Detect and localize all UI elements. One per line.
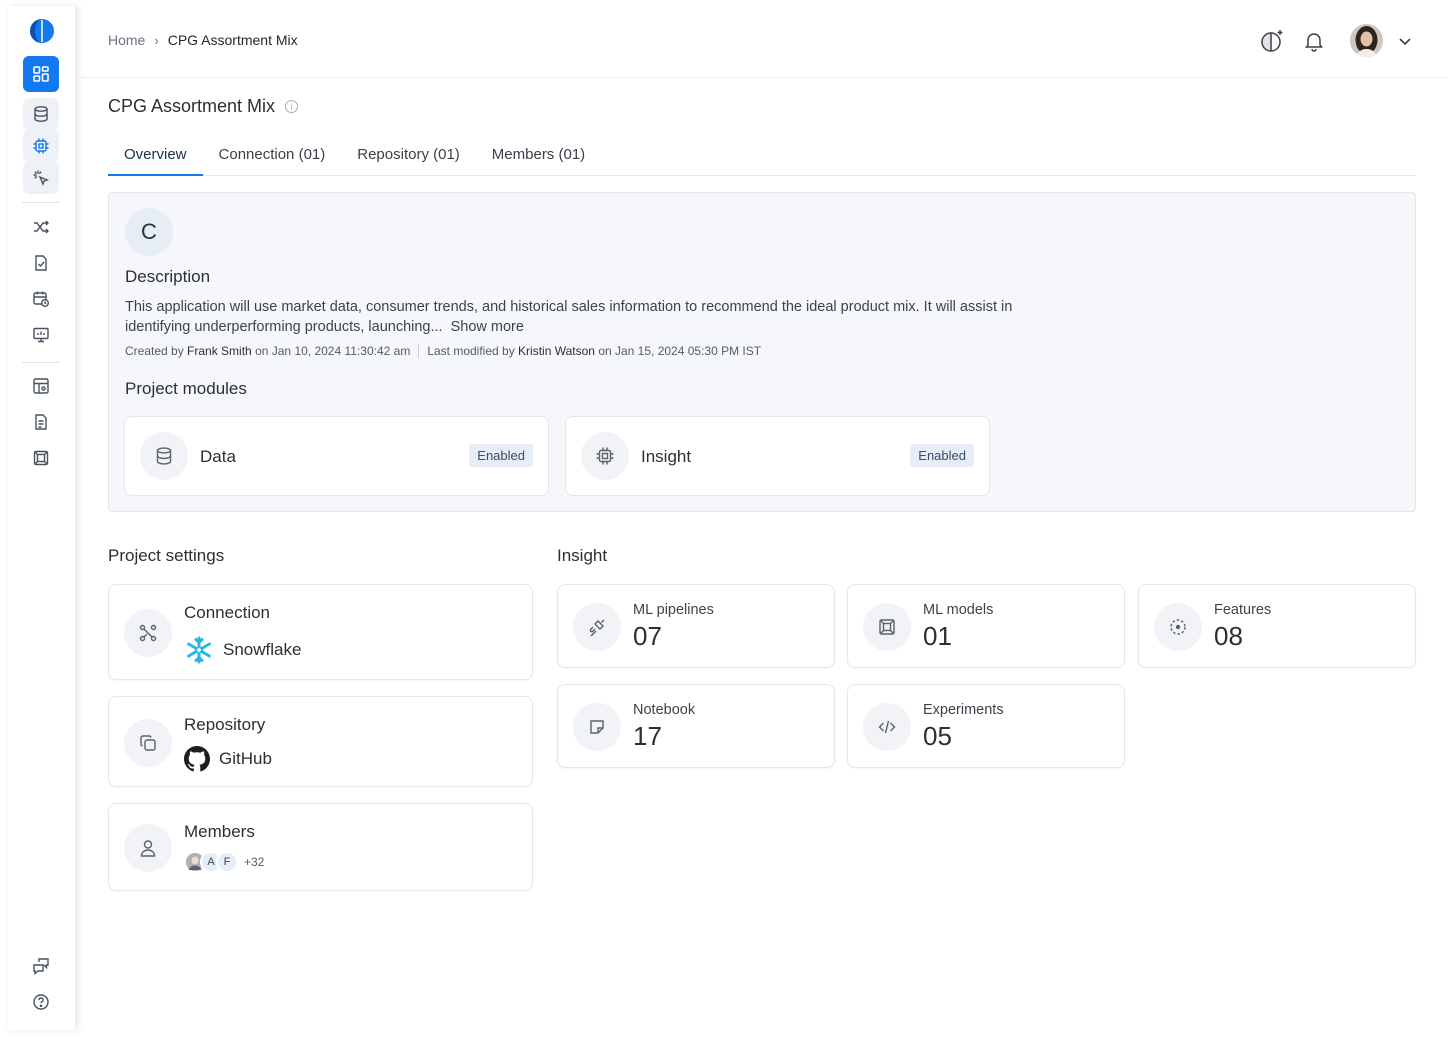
top-bar: Home › CPG Assortment Mix [77, 0, 1448, 78]
project-avatar: C [125, 208, 173, 256]
chip-icon [581, 432, 629, 480]
tab-members[interactable]: Members (01) [476, 136, 601, 176]
repository-title: Repository [184, 715, 266, 734]
tab-overview[interactable]: Overview [108, 136, 203, 176]
breadcrumb: Home › CPG Assortment Mix [108, 32, 298, 48]
database-icon [140, 432, 188, 480]
stat-label: Notebook [633, 702, 696, 718]
modified-prefix: Last modified by [427, 344, 515, 358]
shuffle-icon[interactable] [23, 211, 59, 243]
stat-value: 01 [923, 621, 952, 651]
user-icon [124, 824, 172, 872]
experiments-card[interactable]: Experiments 05 [847, 684, 1125, 768]
ml-models-card[interactable]: ML models 01 [847, 584, 1125, 668]
modified-on: on Jan 15, 2024 05:30 PM IST [598, 344, 762, 358]
database-icon[interactable] [23, 98, 59, 130]
table-settings-icon[interactable] [23, 370, 59, 402]
connection-nodes-icon [124, 609, 172, 657]
model-box-icon [863, 603, 911, 651]
feedback-icon[interactable] [23, 950, 59, 982]
breadcrumb-current: CPG Assortment Mix [167, 32, 298, 48]
chevron-down-icon[interactable] [1392, 28, 1418, 54]
repository-card[interactable]: Repository GitHub [108, 696, 533, 787]
repository-value: GitHub [184, 746, 272, 772]
project-meta: Created by Frank Smith on Jan 10, 2024 1… [125, 344, 761, 358]
dashboard-icon[interactable] [23, 56, 59, 92]
description-heading: Description [125, 267, 211, 286]
info-icon[interactable]: i [285, 100, 299, 113]
modules-heading: Project modules [125, 379, 247, 398]
project-settings-heading: Project settings [108, 546, 225, 565]
description-body: This application will use market data, c… [125, 299, 1013, 335]
created-by: Frank Smith [187, 344, 252, 358]
status-badge: Enabled [469, 444, 533, 467]
stat-label: Features [1214, 602, 1272, 618]
page-title: CPG Assortment Mix i [108, 96, 299, 117]
module-card-data[interactable]: Data Enabled [124, 416, 549, 496]
connection-value: Snowflake [184, 635, 301, 665]
presentation-icon[interactable] [23, 319, 59, 351]
member-extra-count[interactable]: +32 [244, 855, 264, 869]
overview-panel: C Description This application will use … [108, 192, 1416, 512]
app-logo-icon[interactable] [29, 18, 55, 44]
connection-name: Snowflake [223, 640, 302, 659]
tab-bar: Overview Connection (01) Repository (01)… [108, 136, 1416, 176]
features-scan-icon [1154, 603, 1202, 651]
bell-icon[interactable] [1301, 28, 1327, 54]
theme-toggle-icon[interactable] [1259, 28, 1285, 54]
copy-icon [124, 719, 172, 767]
stat-label: ML models [923, 602, 994, 618]
features-card[interactable]: Features 08 [1138, 584, 1416, 668]
sticky-note-icon [573, 703, 621, 751]
github-logo-icon [184, 746, 210, 772]
stat-value: 05 [923, 721, 952, 751]
chevron-right-icon: › [154, 32, 159, 48]
description-text: This application will use market data, c… [125, 297, 1065, 337]
user-avatar[interactable] [1350, 24, 1383, 57]
status-badge: Enabled [910, 444, 974, 467]
plug-icon [573, 603, 621, 651]
model-box-icon[interactable] [23, 442, 59, 474]
code-icon [863, 703, 911, 751]
document-icon[interactable] [23, 406, 59, 438]
notebook-card[interactable]: Notebook 17 [557, 684, 835, 768]
connection-title: Connection [184, 603, 271, 622]
stat-value: 17 [633, 721, 662, 751]
breadcrumb-home[interactable]: Home [108, 32, 145, 48]
tab-connection[interactable]: Connection (01) [203, 136, 342, 176]
page-title-text: CPG Assortment Mix [108, 96, 276, 116]
ml-pipelines-card[interactable]: ML pipelines 07 [557, 584, 835, 668]
created-on: on Jan 10, 2024 11:30:42 am [255, 344, 411, 358]
member-avatars: A F +32 [184, 851, 264, 873]
repository-name: GitHub [219, 749, 272, 768]
show-more-link[interactable]: Show more [451, 319, 524, 335]
meta-divider [418, 344, 420, 358]
chip-icon[interactable] [23, 130, 59, 162]
module-name: Data [200, 447, 236, 466]
sparkle-cursor-icon[interactable] [23, 162, 59, 194]
stat-value: 07 [633, 621, 662, 651]
member-avatar[interactable]: F [216, 851, 238, 873]
help-icon[interactable] [23, 986, 59, 1018]
modified-by: Kristin Watson [518, 344, 595, 358]
sidebar [8, 6, 76, 1030]
stat-label: Experiments [923, 702, 1004, 718]
calendar-clock-icon[interactable] [23, 283, 59, 315]
created-prefix: Created by [125, 344, 184, 358]
members-title: Members [184, 822, 255, 841]
stat-label: ML pipelines [633, 602, 714, 618]
tab-repository[interactable]: Repository (01) [341, 136, 476, 176]
snowflake-logo-icon [187, 636, 211, 664]
insight-heading: Insight [557, 546, 608, 565]
connection-card[interactable]: Connection Snowflake [108, 584, 533, 680]
file-check-icon[interactable] [23, 247, 59, 279]
members-card[interactable]: Members A F +32 [108, 803, 533, 891]
stat-value: 08 [1214, 621, 1243, 651]
module-name: Insight [641, 447, 692, 466]
module-card-insight[interactable]: Insight Enabled [565, 416, 990, 496]
